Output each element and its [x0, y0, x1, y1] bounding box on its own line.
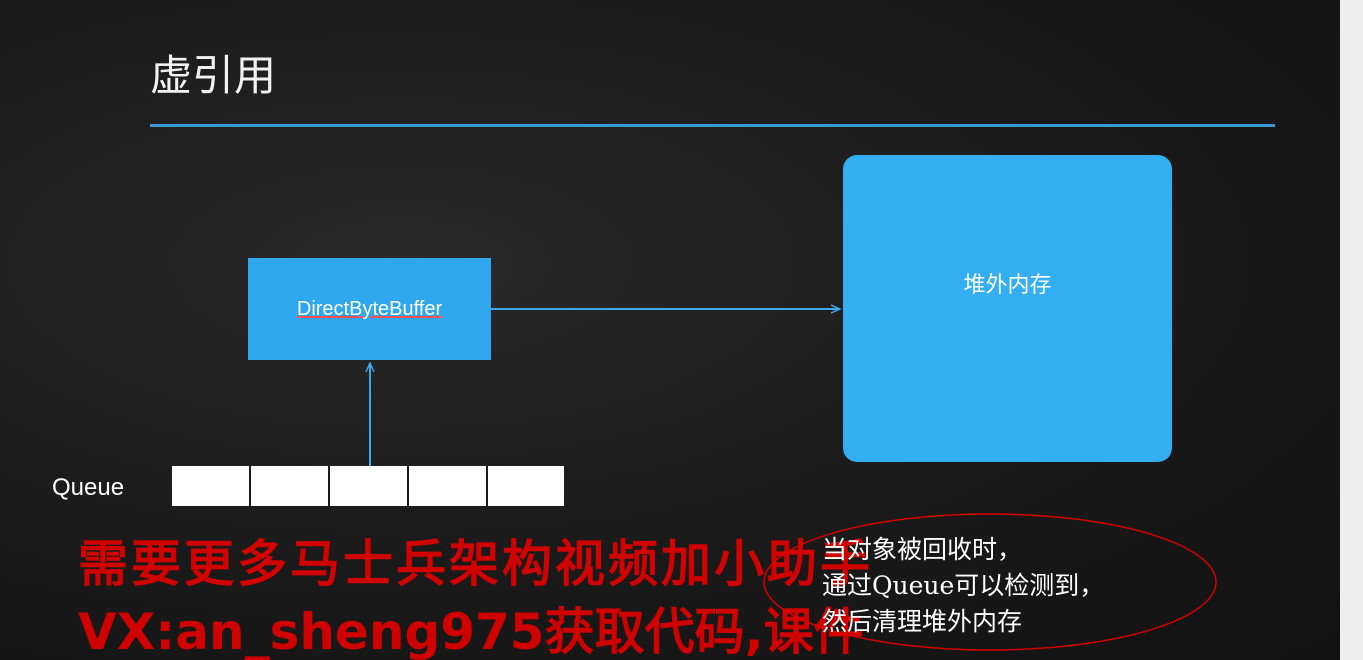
node-off-heap-memory: 堆外内存: [843, 155, 1172, 462]
queue: [172, 466, 564, 506]
queue-label: Queue: [52, 474, 125, 501]
node-off-heap-memory-label: 堆外内存: [963, 272, 1052, 298]
watermark-line-2: VX:an_sheng975获取代码,课件: [78, 603, 864, 660]
node-direct-byte-buffer-label: DirectByteBuffer: [296, 297, 443, 320]
queue-cell: [330, 466, 409, 506]
annotation-note-line: 通过Queue可以检测到，: [822, 571, 1105, 600]
watermark-line-1: 需要更多马士兵架构视频加小助手: [78, 534, 873, 593]
node-direct-byte-buffer: DirectByteBuffer: [248, 258, 491, 360]
queue-cell: [251, 466, 330, 506]
slide: 虚引用 DirectByteBuffer 堆外内存 Queue 需要更多马士兵架…: [0, 0, 1340, 660]
annotation-note: 当对象被回收时， 通过Queue可以检测到， 然后清理堆外内存: [822, 532, 1104, 640]
right-sidebar: [1340, 0, 1363, 660]
annotation-note-line: 然后清理堆外内存: [822, 607, 1023, 636]
queue-cell: [488, 466, 564, 506]
queue-cell: [409, 466, 488, 506]
queue-cell: [172, 466, 251, 506]
annotation-note-line: 当对象被回收时，: [822, 535, 1023, 564]
